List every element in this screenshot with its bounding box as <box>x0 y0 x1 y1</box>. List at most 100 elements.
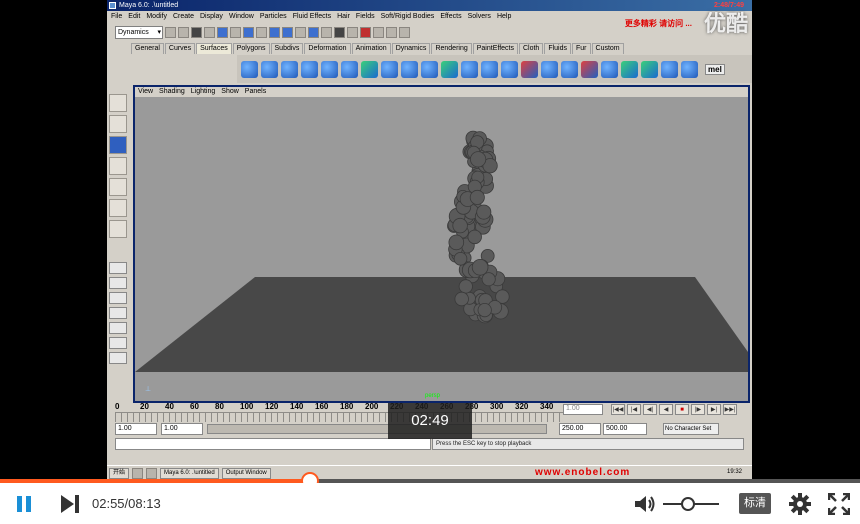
viewport-menu: View Shading Lighting Show Panels <box>135 87 748 97</box>
particle <box>471 259 489 276</box>
tray-clock: 19:32 <box>726 469 742 475</box>
viewport-menu-shading: Shading <box>159 88 185 95</box>
shelf-tab-rendering: Rendering <box>431 43 472 54</box>
viewport-menu-lighting: Lighting <box>190 88 216 95</box>
layout-two-icon <box>109 292 127 304</box>
shelf-tab-surfaces: Surfaces <box>196 43 232 54</box>
detach-icon <box>581 60 598 78</box>
player-controls: 02:55/08:13 标清 <box>0 483 860 524</box>
layout-outliner-icon <box>109 307 127 319</box>
start-time-field: 1.00 <box>115 423 157 435</box>
viewport-panel: View Shading Lighting Show Panels ⊥ persp <box>133 85 750 403</box>
menu-solvers: Solvers <box>467 13 491 20</box>
render-icon <box>334 26 345 38</box>
start-button: 开始 <box>109 467 130 479</box>
render-globals-icon <box>360 26 371 38</box>
menu-help: Help <box>496 13 512 20</box>
speaker-icon <box>635 496 655 512</box>
time-tick-label: 160 <box>315 402 329 411</box>
untrim-icon <box>541 60 558 78</box>
menu-display: Display <box>199 13 223 20</box>
loft-icon <box>421 60 438 78</box>
site-watermark: www.enobel.com <box>535 467 631 478</box>
sphere-icon <box>241 60 258 78</box>
bevel-icon <box>481 60 498 78</box>
command-result: Press the ESC key to stop playback <box>432 438 744 450</box>
scene-svg <box>135 130 748 372</box>
time-tick-label: 60 <box>190 402 199 411</box>
cylinder-icon <box>281 60 298 78</box>
particle <box>481 272 496 287</box>
menu-soft-rigid-bodies: Soft/Rigid Bodies <box>380 13 435 20</box>
pause-icon <box>26 496 31 512</box>
skip-next-icon <box>61 495 79 513</box>
volume-button[interactable] <box>634 494 656 514</box>
shelf-tab-subdivs: Subdivs <box>270 43 304 54</box>
channel-box-icon <box>373 26 384 38</box>
time-tick-label: 340 <box>540 402 554 411</box>
layout-render-icon <box>109 352 127 364</box>
particle-column <box>447 130 510 324</box>
menu-window: Window <box>228 13 254 20</box>
play-backward-icon: ◀ <box>659 404 673 415</box>
layout-hypershade-icon <box>109 337 127 349</box>
align-icon <box>601 60 618 78</box>
volume-handle[interactable] <box>681 497 696 511</box>
pause-button[interactable] <box>17 496 33 512</box>
time-tick-label: 100 <box>240 402 254 411</box>
fullscreen-button[interactable] <box>827 492 851 516</box>
task-maya: Maya 6.0: .\untitled <box>160 467 219 479</box>
particle <box>469 151 487 168</box>
axis-indicator-icon: ⊥ <box>145 386 152 393</box>
time-tick-label: 180 <box>340 402 354 411</box>
open-scene-icon <box>178 26 189 38</box>
rebuild-icon <box>661 60 678 78</box>
shelf-tab-general: General <box>131 43 164 54</box>
next-button[interactable] <box>61 495 81 513</box>
status-line: Dynamics <box>107 23 752 41</box>
time-tick-label: 300 <box>490 402 504 411</box>
planar-icon <box>441 60 458 78</box>
shelf-tab-curves: Curves <box>164 43 196 54</box>
stop-icon: ■ <box>675 404 689 415</box>
viewport-canvas: ⊥ persp <box>135 97 748 401</box>
lasso-tool-icon <box>109 115 127 133</box>
rotate-tool-icon <box>109 178 127 196</box>
range-track <box>207 424 547 434</box>
tool-settings-icon <box>399 26 410 38</box>
ipr-icon <box>347 26 358 38</box>
maya-window-title: Maya 6.0: .\untitled <box>119 2 179 9</box>
shelf-tab-fluids: Fluids <box>544 43 572 54</box>
mask-icon <box>243 26 254 38</box>
playback-controls: |◀◀ |◀ ◀| ◀ ■ |▶ ▶| ▶▶| <box>611 404 737 415</box>
particle <box>469 189 485 205</box>
time-tick-label: 120 <box>265 402 279 411</box>
shelf-tab-fur: Fur <box>572 43 591 54</box>
particle <box>467 229 482 245</box>
cone-icon <box>301 60 318 78</box>
viewport-menu-show: Show <box>221 88 239 95</box>
quality-button[interactable]: 标清 <box>739 493 771 514</box>
time-ruler <box>115 412 565 422</box>
toolbox <box>107 92 129 392</box>
go-to-end-icon: ▶▶| <box>723 404 737 415</box>
particle <box>476 204 492 220</box>
trim-icon <box>521 60 538 78</box>
menu-create: Create <box>172 13 194 20</box>
video-player: Maya 6.0: .\untitled 2:48/7:49 优酷 File Ed… <box>0 0 860 524</box>
time-tick-label: 320 <box>515 402 529 411</box>
move-tool-icon <box>109 157 127 175</box>
torus-icon <box>341 60 358 78</box>
square-icon <box>381 60 398 78</box>
shelf-tab-dynamics: Dynamics <box>391 43 431 54</box>
menu-hair: Hair <box>337 13 350 20</box>
particle <box>453 252 468 266</box>
snap-grid-icon <box>256 26 267 38</box>
shelf-tab-custom: Custom <box>591 43 624 54</box>
mel-button: mel <box>705 63 725 75</box>
time-tick-label: 40 <box>165 402 174 411</box>
step-back-key-icon: |◀ <box>627 404 641 415</box>
extrude-icon <box>461 60 478 78</box>
settings-button[interactable] <box>789 493 811 515</box>
camera-label: persp <box>425 393 441 399</box>
